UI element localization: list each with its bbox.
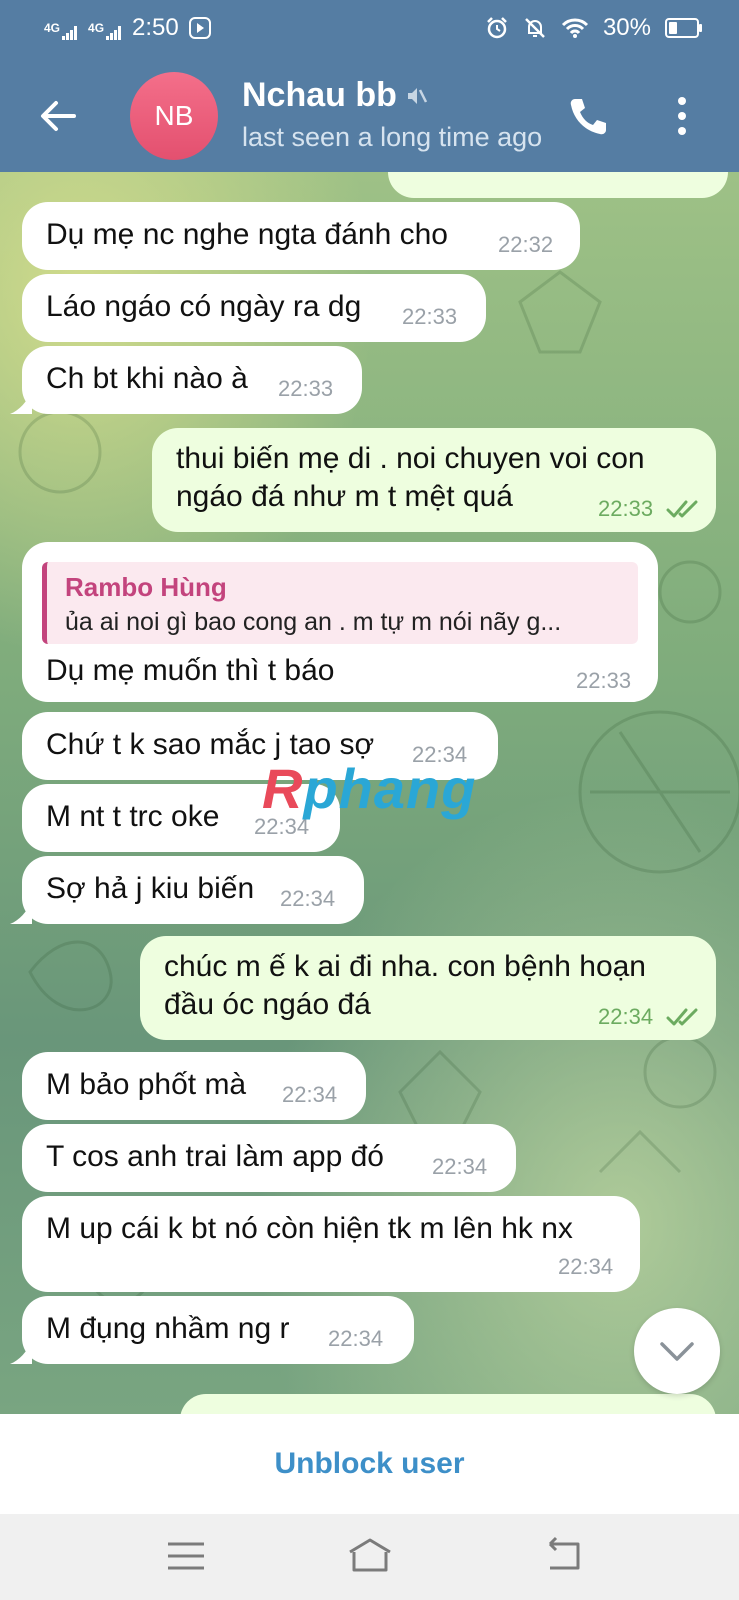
- message-time: 22:34: [432, 1154, 488, 1179]
- signal-icon: 4G: [88, 21, 122, 40]
- watermark-part2: phang: [303, 757, 477, 820]
- message-text-line: ngáo đá như m t mệt quá: [176, 480, 513, 513]
- message-time: 22:33: [278, 376, 334, 401]
- reply-preview: ủa ai noi gì bao cong an . m tự m nói nã…: [65, 608, 562, 636]
- bubble-tail: [10, 392, 32, 414]
- message-text-line: đầu óc ngáo đá: [164, 988, 371, 1021]
- scroll-down-button[interactable]: [634, 1308, 720, 1394]
- message-time: 22:33: [402, 304, 458, 329]
- clock: 2:50: [132, 14, 179, 41]
- message-text-line: chúc m ế k ai đi nha. con bệnh hoạn: [164, 950, 646, 983]
- message-text: M bảo phốt mà: [46, 1068, 247, 1101]
- bubble-tail: [10, 902, 32, 924]
- home-icon[interactable]: [346, 1534, 394, 1578]
- unblock-user-button[interactable]: Unblock user: [0, 1414, 739, 1514]
- chat-area[interactable]: Dụ mẹ nc nghe ngta đánh cho 22:32 Láo ng…: [0, 172, 739, 1414]
- status-left: 4G 4G 2:50: [44, 14, 211, 42]
- message-bubble-incoming[interactable]: Láo ngáo có ngày ra dg 22:33: [22, 274, 486, 342]
- dnd-icon: [525, 18, 545, 38]
- double-check-icon: [666, 1008, 698, 1026]
- message-text: M nt t trc oke: [46, 800, 220, 833]
- message-bubble-incoming[interactable]: Dụ mẹ nc nghe ngta đánh cho 22:32: [22, 202, 580, 270]
- message-time: 22:34: [280, 886, 336, 911]
- message-bubble-incoming[interactable]: Sợ hả j kiu biến 22:34: [22, 856, 364, 924]
- message-text: Dụ mẹ nc nghe ngta đánh cho: [46, 218, 448, 251]
- back-arrow-icon[interactable]: [36, 94, 80, 138]
- message-text: M up cái k bt nó còn hiện tk m lên hk nx: [46, 1212, 573, 1245]
- watermark-part1: R: [262, 757, 304, 820]
- message-bubble-incoming[interactable]: M up cái k bt nó còn hiện tk m lên hk nx…: [22, 1196, 640, 1292]
- back-icon[interactable]: [540, 1534, 588, 1578]
- app-notification-icon: [188, 17, 211, 39]
- message-text: Ch bt khi nào à: [46, 362, 248, 395]
- network-type-label: 4G: [44, 21, 61, 35]
- status-bar: 4G 4G 2:50 30%: [0, 0, 739, 58]
- more-vert-icon[interactable]: [676, 96, 688, 136]
- message-text: Dụ mẹ muốn thì t báo: [46, 654, 335, 687]
- network-type-label: 4G: [88, 21, 105, 35]
- battery-icon: [665, 18, 702, 38]
- message-bubble-outgoing[interactable]: thui biến mẹ di . noi chuyen voi con ngá…: [152, 428, 716, 532]
- message-time: 22:34: [328, 1326, 384, 1351]
- mute-icon: [407, 87, 428, 104]
- message-time: 22:33: [598, 496, 654, 521]
- message-bubble-outgoing-partial[interactable]: [388, 172, 728, 198]
- message-time: 22:34: [282, 1082, 338, 1107]
- message-text: T cos anh trai làm app đó: [46, 1140, 384, 1173]
- message-text: M đụng nhầm ng r: [46, 1312, 290, 1345]
- avatar[interactable]: NB: [130, 72, 218, 160]
- message-bubble-incoming[interactable]: M đụng nhầm ng r 22:34: [22, 1296, 414, 1364]
- message-bubble-outgoing[interactable]: chúc m ế k ai đi nha. con bệnh hoạn đầu …: [140, 936, 716, 1040]
- double-check-icon: [666, 500, 698, 518]
- message-time: 22:33: [576, 668, 632, 693]
- watermark-logo: Rphang: [262, 756, 476, 821]
- message-bubble-incoming[interactable]: M bảo phốt mà 22:34: [22, 1052, 366, 1120]
- message-bubble-incoming[interactable]: Ch bt khi nào à 22:33: [22, 346, 362, 414]
- message-time: 22:34: [598, 1004, 654, 1029]
- chat-header: NB Nchau bb last seen a long time ago: [0, 58, 739, 172]
- menu-icon[interactable]: [162, 1534, 210, 1578]
- battery-level: [669, 22, 677, 34]
- wifi-icon: [561, 18, 589, 38]
- message-bubble-outgoing-partial[interactable]: [180, 1394, 716, 1414]
- contact-name[interactable]: Nchau bb: [242, 76, 429, 115]
- alarm-icon: [487, 17, 507, 39]
- message-text: Sợ hả j kiu biến: [46, 872, 255, 905]
- signal-icon: 4G: [44, 21, 78, 40]
- reply-quote[interactable]: Rambo Hùng ủa ai noi gì bao cong an . m …: [42, 562, 638, 644]
- battery-percent: 30%: [602, 14, 651, 41]
- message-text: Láo ngáo có ngày ra dg: [46, 290, 362, 323]
- contact-name-text: Nchau bb: [242, 76, 397, 114]
- phone-icon[interactable]: [566, 94, 610, 138]
- reply-author: Rambo Hùng: [65, 572, 227, 602]
- system-nav-bar: [0, 1514, 739, 1600]
- unblock-user-label: Unblock user: [274, 1447, 465, 1480]
- chevron-down-icon: [660, 1342, 694, 1361]
- message-time: 22:34: [558, 1254, 614, 1279]
- bubble-tail: [10, 1342, 32, 1364]
- status-right: 30%: [485, 14, 702, 42]
- message-time: 22:32: [498, 232, 554, 257]
- last-seen-status: last seen a long time ago: [242, 122, 542, 152]
- avatar-initials: NB: [154, 100, 194, 131]
- message-bubble-incoming[interactable]: T cos anh trai làm app đó 22:34: [22, 1124, 516, 1192]
- message-text-line: thui biến mẹ di . noi chuyen voi con: [176, 442, 645, 475]
- message-bubble-incoming-reply[interactable]: Rambo Hùng ủa ai noi gì bao cong an . m …: [22, 542, 658, 702]
